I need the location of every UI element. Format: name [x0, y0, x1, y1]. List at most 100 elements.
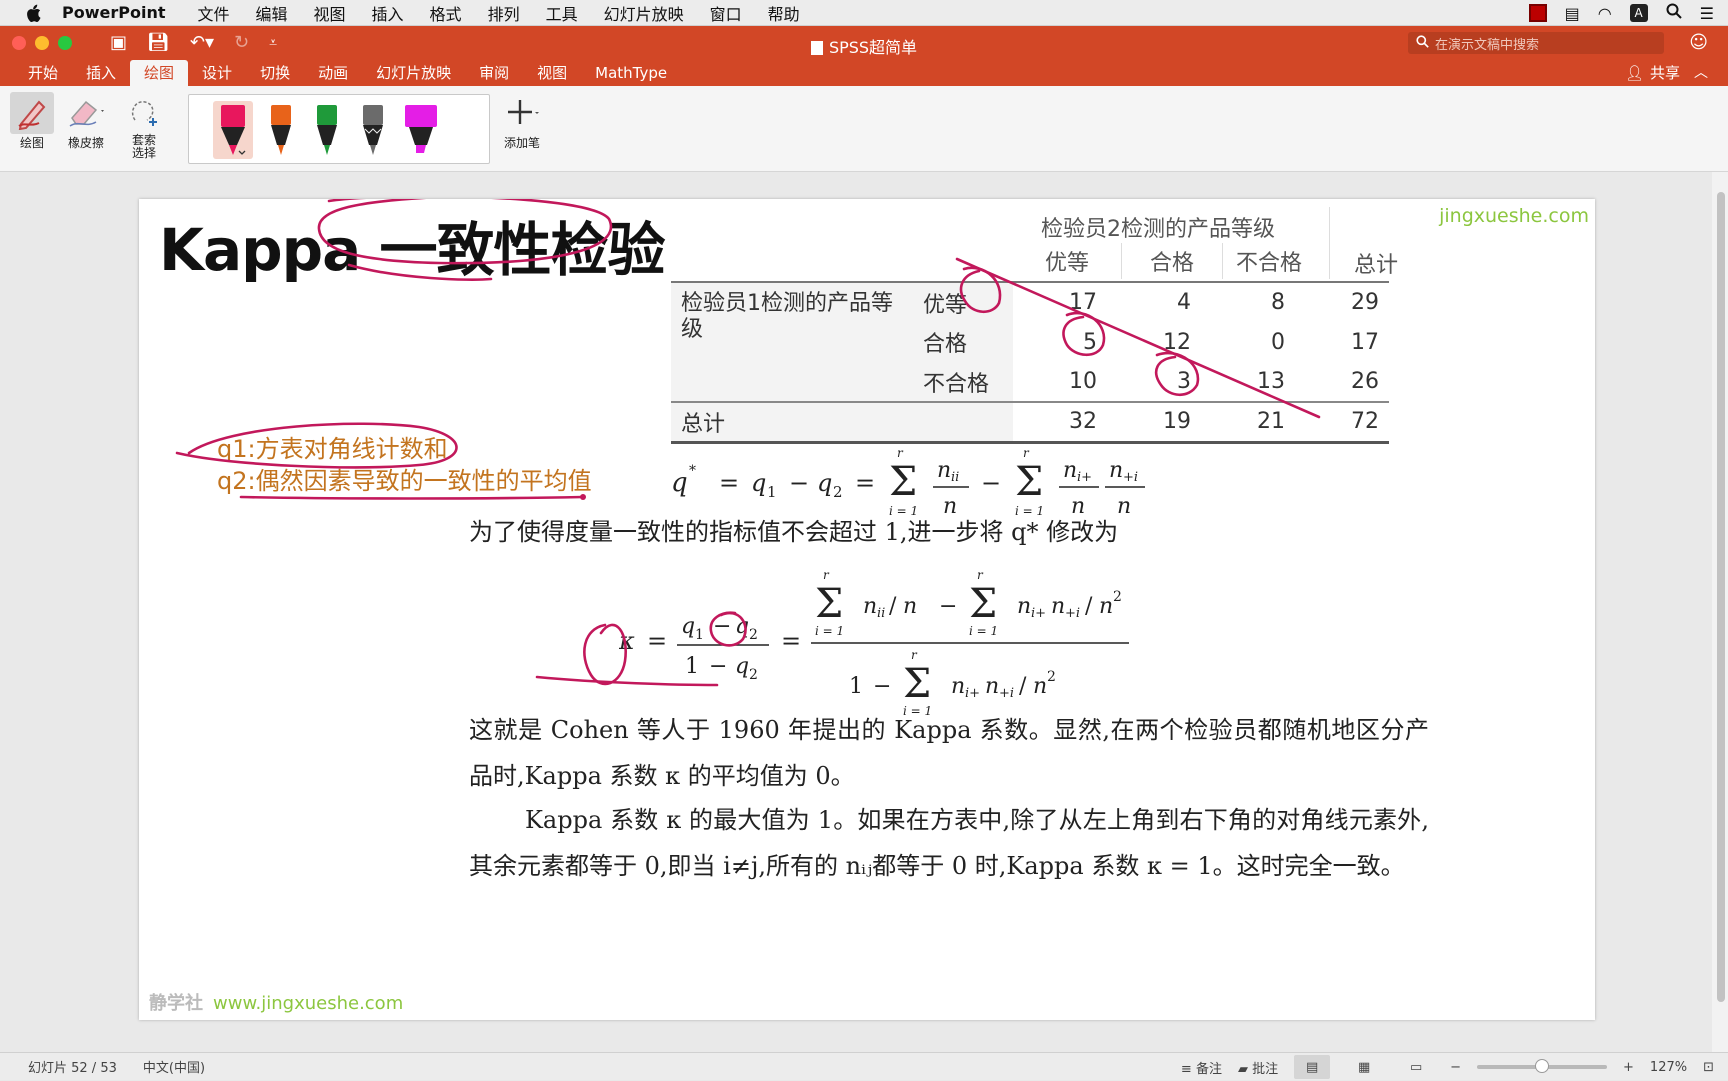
feedback-smiley-icon[interactable]: ☺︎	[1689, 32, 1708, 53]
spotlight-search-icon[interactable]	[1666, 3, 1682, 23]
notification-center-icon[interactable]: ☰	[1700, 4, 1714, 23]
draw-tool-button[interactable]: 绘图	[10, 92, 54, 151]
zoom-out-button[interactable]: −	[1450, 1060, 1461, 1075]
svg-text:2: 2	[749, 667, 758, 683]
comments-button[interactable]: ▰ 批注	[1238, 1058, 1278, 1077]
tab-draw[interactable]: 绘图	[130, 60, 189, 86]
tab-mathtype[interactable]: MathType	[581, 60, 681, 86]
pen-green[interactable]	[307, 101, 347, 159]
table-cell: 29	[1295, 281, 1389, 322]
header-divider	[1121, 243, 1122, 279]
zoom-level[interactable]: 127%	[1650, 1060, 1687, 1075]
total-label: 总计	[671, 401, 1013, 444]
tab-insert[interactable]: 插入	[72, 60, 130, 86]
vertical-scrollbar[interactable]	[1712, 172, 1728, 1052]
slide-title[interactable]: Kappa 一致性检验	[159, 203, 665, 287]
svg-text:−: −	[709, 654, 727, 679]
svg-text:1: 1	[685, 654, 699, 679]
menu-app-name[interactable]: PowerPoint	[62, 3, 165, 22]
svg-text:n: n	[1051, 594, 1065, 619]
crosstab-table[interactable]: 检验员1检测的产品等级 优等 17 4 8 29 合格 5 12 0 17 不合…	[671, 281, 1389, 444]
svg-text:/: /	[889, 594, 897, 619]
tab-slideshow[interactable]: 幻灯片放映	[362, 60, 465, 86]
add-pen-button[interactable]: 添加笔	[500, 92, 544, 151]
table-cell: 72	[1295, 401, 1389, 444]
svg-text:2: 2	[749, 627, 758, 643]
presenter-view-button[interactable]: ▭	[1398, 1055, 1434, 1079]
svg-text:q: q	[817, 469, 832, 497]
table-cell: 10	[1013, 362, 1107, 402]
tab-home[interactable]: 开始	[14, 60, 72, 86]
tab-transitions[interactable]: 切换	[246, 60, 304, 86]
slide[interactable]: Kappa 一致性检验 jingxueshe.com 静学社 www.jingxu…	[139, 199, 1595, 1020]
svg-text:n: n	[1099, 594, 1113, 619]
table-cell: 12	[1107, 322, 1201, 362]
wifi-icon[interactable]: ◠	[1598, 4, 1612, 23]
table-cell: 0	[1201, 322, 1295, 362]
menu-help[interactable]: 帮助	[768, 1, 800, 25]
apple-icon[interactable]	[22, 2, 44, 24]
language-indicator[interactable]: 中文(中国)	[143, 1057, 205, 1076]
pen-pencil-gray[interactable]	[353, 101, 393, 159]
menu-slideshow[interactable]: 幻灯片放映	[604, 1, 684, 25]
eraser-tool-button[interactable]: 橡皮擦	[64, 92, 108, 151]
svg-text:2: 2	[833, 483, 843, 501]
input-method-icon[interactable]: A	[1629, 4, 1648, 22]
tab-view[interactable]: 视图	[523, 60, 581, 86]
menu-insert[interactable]: 插入	[372, 1, 404, 25]
menu-view[interactable]: 视图	[314, 1, 346, 25]
pen-orange[interactable]	[261, 101, 301, 159]
zoom-in-button[interactable]: +	[1623, 1060, 1634, 1075]
svg-text:2: 2	[1113, 589, 1122, 605]
search-box[interactable]: 在演示文稿中搜索	[1408, 32, 1664, 54]
ribbon-draw: 绘图 橡皮擦 套索 选择 添加笔	[0, 86, 1728, 172]
svg-text:κ: κ	[619, 627, 635, 655]
svg-text:1: 1	[695, 627, 704, 643]
ink-note-underline[interactable]	[239, 495, 585, 500]
scrollbar-thumb[interactable]	[1717, 192, 1725, 1002]
table-cell: 3	[1107, 362, 1201, 402]
svg-text:i+: i+	[965, 686, 980, 701]
row-label: 合格	[913, 322, 1013, 362]
zoom-slider[interactable]	[1477, 1059, 1608, 1073]
window-titlebar: ▣ 💾︎ ↶▾ ↻ ⩡ SPSS超简单 在演示文稿中搜索 ☺︎ 开始 插入 绘图…	[0, 26, 1728, 86]
svg-text:Σ: Σ	[889, 459, 917, 505]
svg-text:n: n	[1109, 458, 1123, 483]
slide-sorter-button[interactable]: ▦	[1346, 1055, 1382, 1079]
pen-pink[interactable]	[213, 101, 253, 159]
notes-button[interactable]: ≡ 备注	[1181, 1058, 1222, 1077]
tab-design[interactable]: 设计	[188, 60, 246, 86]
collapse-ribbon-icon[interactable]: ︿	[1694, 62, 1708, 82]
bookshelf-icon[interactable]: ▤	[1565, 4, 1580, 23]
plus-icon	[500, 92, 544, 134]
formula-kappa: κ = q1 − q2 1 − q2 = Σri = 1 n ii / n − Σri…	[618, 568, 1259, 723]
menu-tools[interactable]: 工具	[546, 1, 578, 25]
tab-review[interactable]: 审阅	[465, 60, 523, 86]
svg-text:Σ: Σ	[1015, 459, 1043, 505]
share-button[interactable]: 👤︎ 共享	[1625, 62, 1680, 83]
lasso-icon	[122, 92, 166, 134]
tab-animations[interactable]: 动画	[304, 60, 362, 86]
svg-text:=: =	[855, 469, 875, 497]
zoom-slider-knob[interactable]	[1535, 1059, 1550, 1073]
svg-text:i = 1: i = 1	[815, 624, 844, 638]
menu-file[interactable]: 文件	[197, 1, 229, 25]
menu-arrange[interactable]: 排列	[488, 1, 520, 25]
table-cell: 4	[1107, 281, 1201, 322]
ribbon-tabs: 开始 插入 绘图 设计 切换 动画 幻灯片放映 审阅 视图 MathType	[0, 58, 681, 86]
fit-to-window-icon[interactable]: ⊡	[1703, 1060, 1714, 1075]
svg-text:r: r	[911, 648, 918, 662]
menu-edit[interactable]: 编辑	[256, 1, 288, 25]
eraser-icon	[64, 92, 108, 134]
svg-text:=: =	[781, 627, 801, 655]
lasso-select-button[interactable]: 套索 选择	[122, 92, 166, 160]
svg-text:−: −	[713, 614, 731, 639]
svg-text:n: n	[903, 594, 917, 619]
slide-counter[interactable]: 幻灯片 52 / 53	[28, 1057, 117, 1076]
record-icon[interactable]	[1528, 4, 1547, 22]
svg-text:r: r	[1023, 446, 1030, 460]
normal-view-button[interactable]: ▤	[1294, 1055, 1331, 1079]
menu-window[interactable]: 窗口	[710, 1, 742, 25]
menu-format[interactable]: 格式	[430, 1, 462, 25]
pen-highlighter-magenta[interactable]	[401, 101, 441, 159]
